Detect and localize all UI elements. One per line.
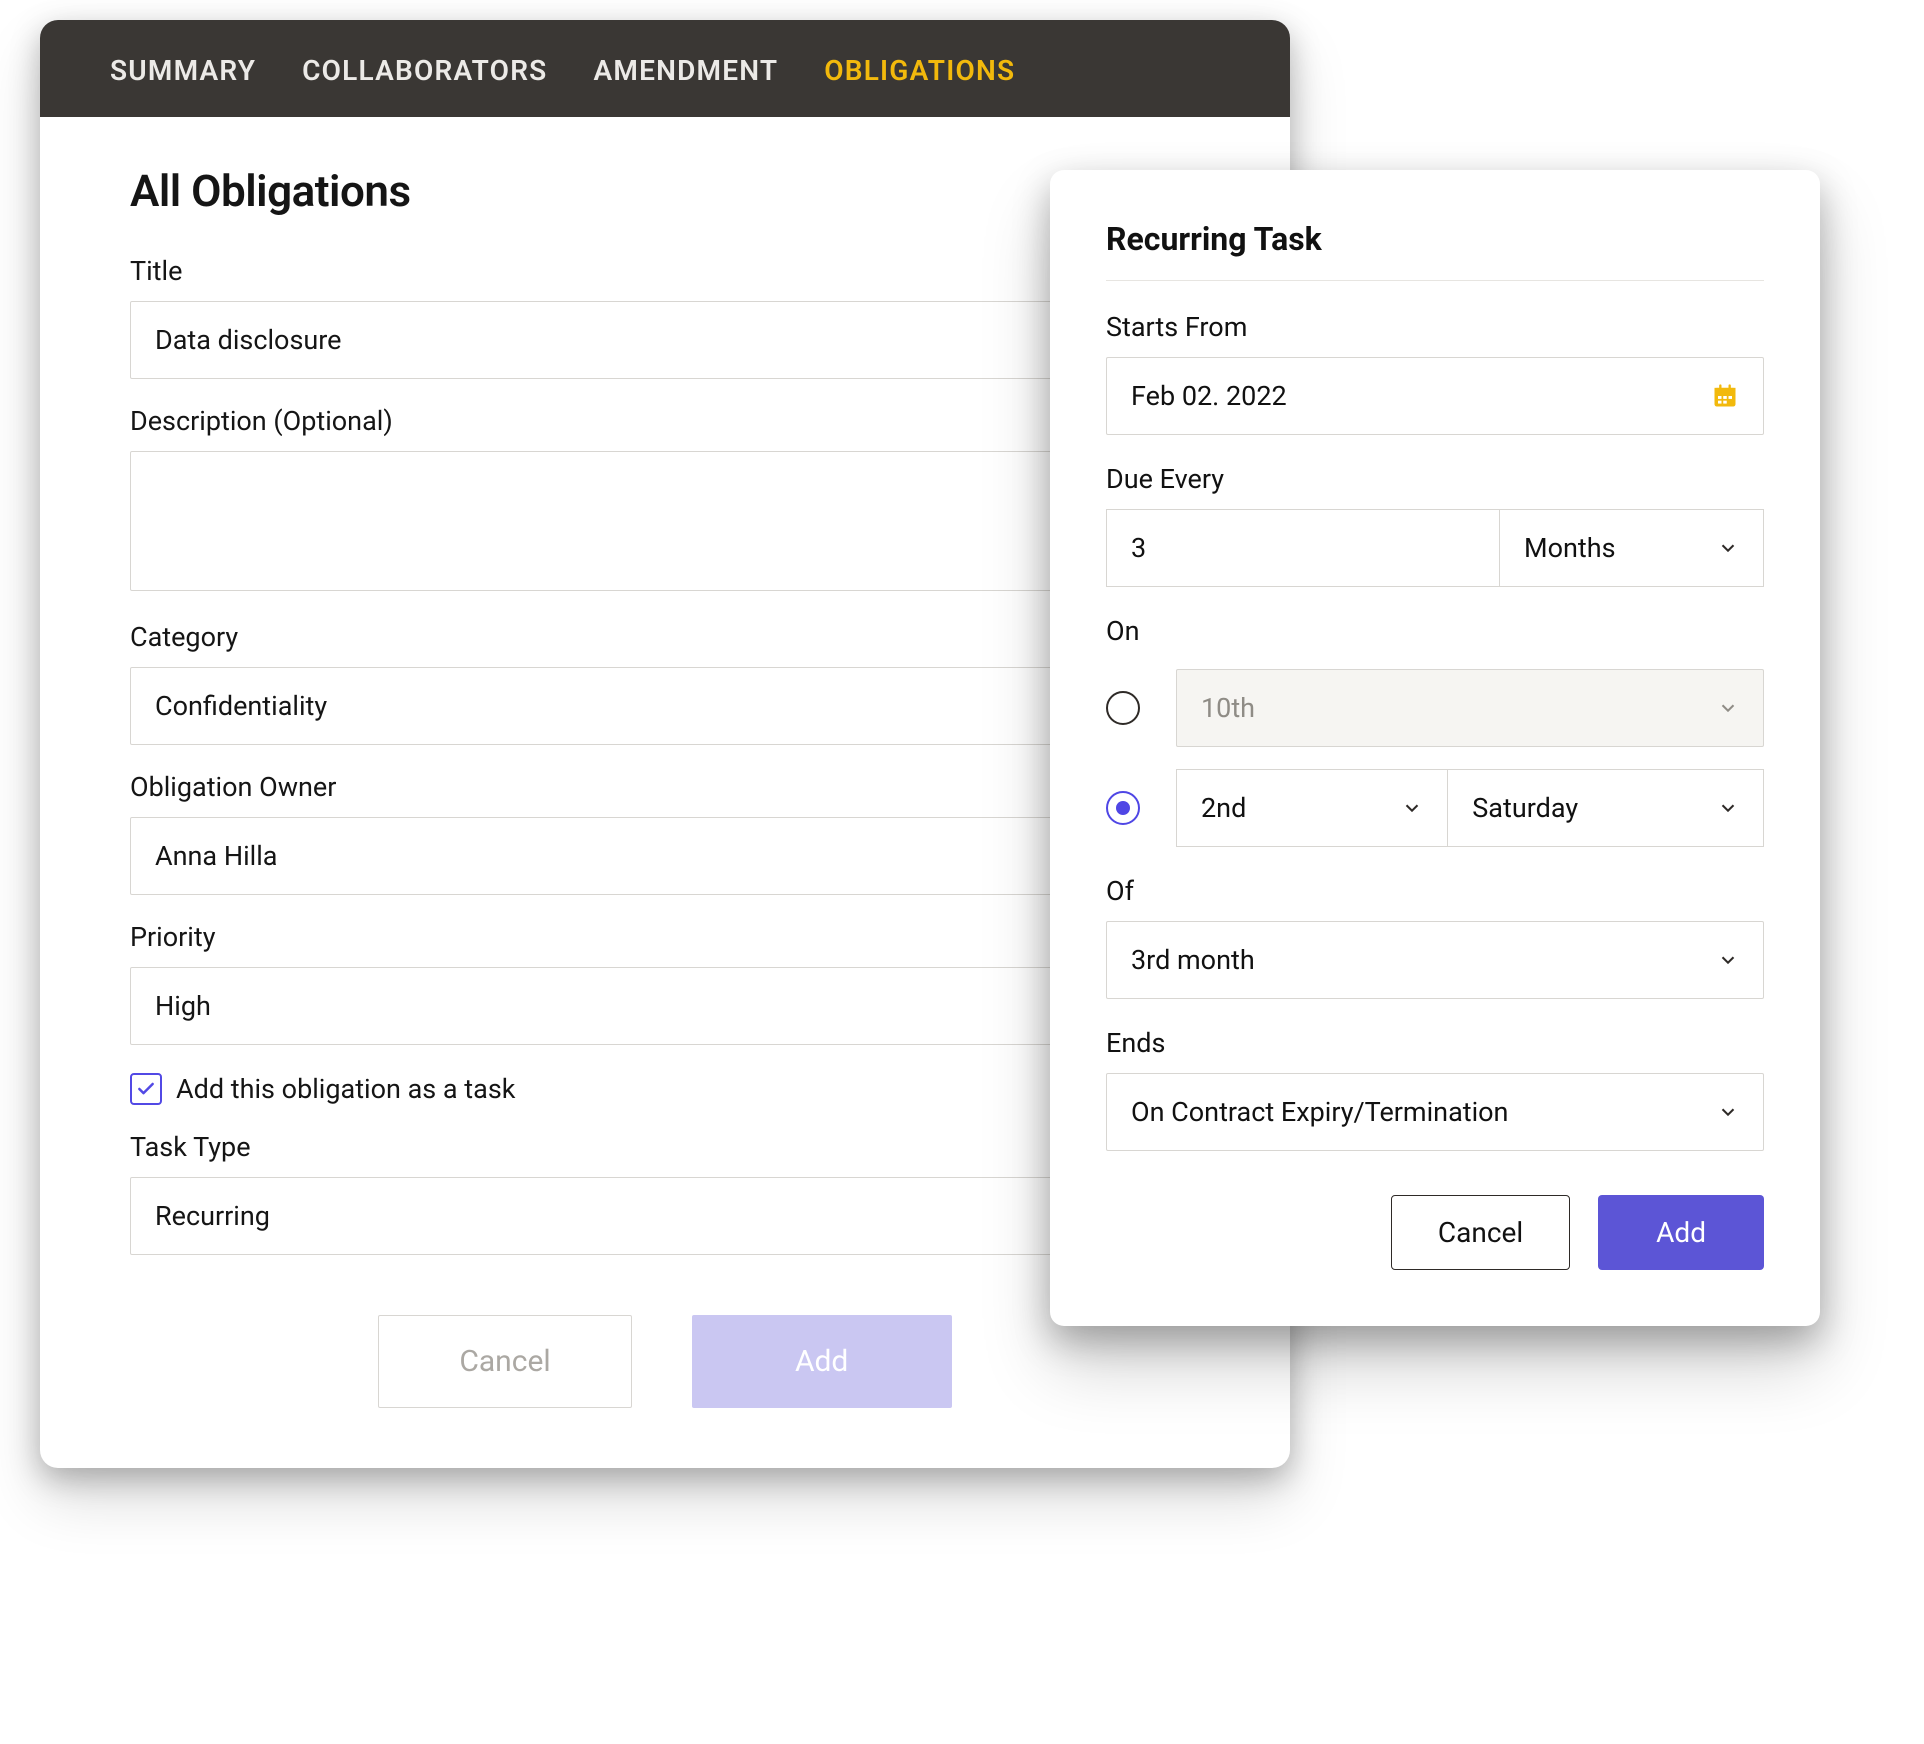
page-title: All Obligations [130,165,1200,217]
starts-from-input[interactable]: Feb 02. 2022 [1106,357,1764,435]
chevron-down-icon [1401,797,1423,819]
of-select[interactable]: 3rd month [1106,921,1764,999]
category-input[interactable] [130,667,1200,745]
label-on: On [1106,615,1764,647]
label-owner: Obligation Owner [130,771,1200,803]
on-day-radio[interactable] [1106,691,1140,725]
of-value: 3rd month [1131,944,1255,976]
due-every-value: 3 [1131,532,1146,564]
due-every-value-input[interactable]: 3 [1106,509,1499,587]
on-day-select[interactable]: 10th [1176,669,1764,747]
label-starts-from: Starts From [1106,311,1764,343]
on-weekday-select[interactable]: Saturday [1447,769,1764,847]
label-due-every: Due Every [1106,463,1764,495]
owner-input[interactable] [130,817,1200,895]
chevron-down-icon [1717,797,1739,819]
chevron-down-icon [1717,1101,1739,1123]
tabbar: SUMMARY COLLABORATORS AMENDMENT OBLIGATI… [40,20,1290,117]
label-ends: Ends [1106,1027,1764,1059]
on-weekday-radio[interactable] [1106,791,1140,825]
description-input[interactable] [130,451,1200,591]
add-as-task-label: Add this obligation as a task [176,1073,515,1105]
title-input[interactable] [130,301,1200,379]
ends-select[interactable]: On Contract Expiry/Termination [1106,1073,1764,1151]
label-of: Of [1106,875,1764,907]
tab-summary[interactable]: SUMMARY [110,54,256,87]
popup-title: Recurring Task [1106,220,1764,281]
recurring-task-popup: Recurring Task Starts From Feb 02. 2022 … [1050,170,1820,1326]
cancel-button[interactable]: Cancel [378,1315,631,1408]
chevron-down-icon [1717,949,1739,971]
starts-from-value: Feb 02. 2022 [1131,380,1287,412]
chevron-down-icon [1717,537,1739,559]
ends-value: On Contract Expiry/Termination [1131,1096,1508,1128]
add-button[interactable]: Add [692,1315,952,1408]
label-description: Description (Optional) [130,405,1200,437]
due-every-unit: Months [1524,532,1616,564]
task-type-input[interactable] [130,1177,1200,1255]
label-priority: Priority [130,921,1200,953]
check-icon [136,1079,156,1099]
label-title: Title [130,255,1200,287]
priority-input[interactable] [130,967,1200,1045]
on-day-value: 10th [1201,692,1255,724]
due-every-unit-select[interactable]: Months [1499,509,1764,587]
on-ordinal-select[interactable]: 2nd [1176,769,1447,847]
popup-add-button[interactable]: Add [1598,1195,1764,1270]
tab-obligations[interactable]: OBLIGATIONS [824,54,1015,87]
tab-amendment[interactable]: AMENDMENT [593,54,778,87]
label-task-type: Task Type [130,1131,1200,1163]
tab-collaborators[interactable]: COLLABORATORS [302,54,547,87]
on-weekday-value: Saturday [1472,792,1578,824]
chevron-down-icon [1717,697,1739,719]
popup-cancel-button[interactable]: Cancel [1391,1195,1570,1270]
on-ordinal-value: 2nd [1201,792,1246,824]
label-category: Category [130,621,1200,653]
calendar-icon [1711,382,1739,410]
add-as-task-checkbox[interactable] [130,1073,162,1105]
